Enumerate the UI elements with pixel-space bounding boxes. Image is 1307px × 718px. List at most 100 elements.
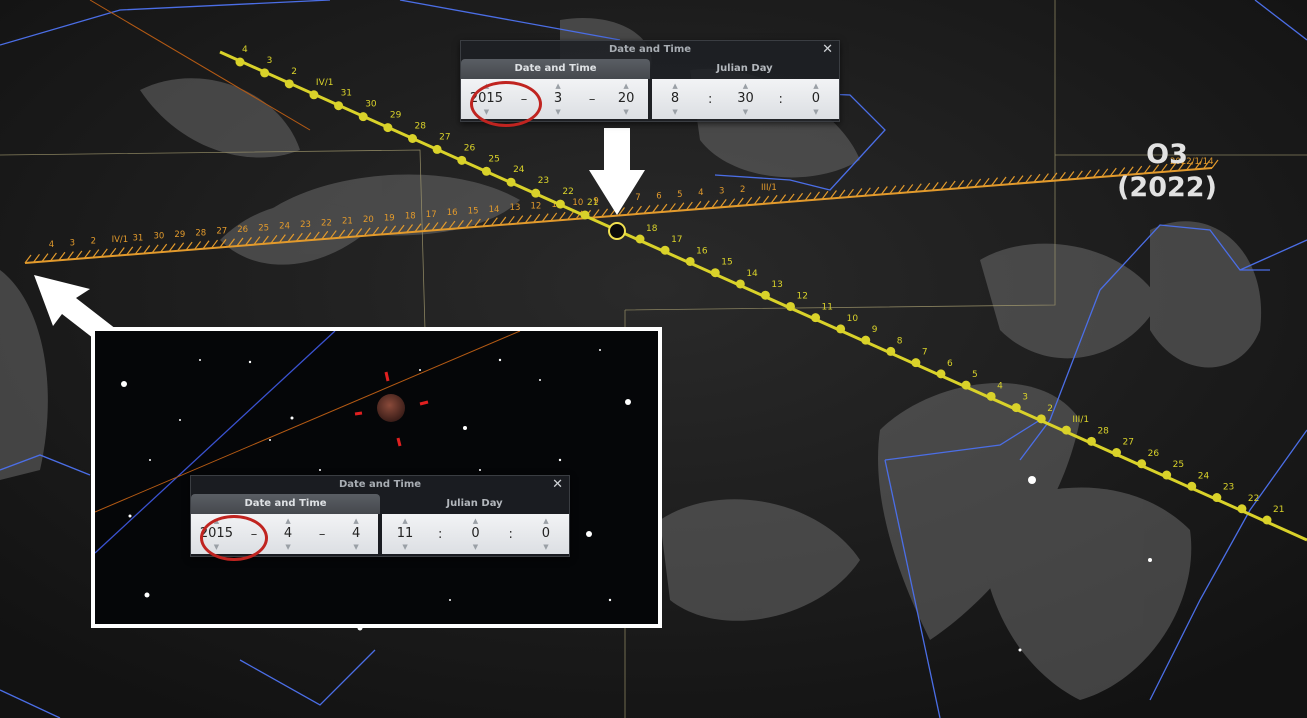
- moon-position-dot: [986, 391, 996, 401]
- comet-date-label: 7: [635, 193, 640, 203]
- spin-down-icon[interactable]: ▼: [555, 108, 560, 116]
- comet-date-label: 28: [195, 228, 206, 238]
- moon-position-dot: [481, 166, 491, 176]
- spin-up-icon[interactable]: ▲: [813, 82, 818, 90]
- spin-up-icon[interactable]: ▲: [285, 517, 290, 525]
- month-value: 4: [283, 526, 293, 541]
- moon-date-label: 10: [847, 314, 859, 324]
- month-spinbox[interactable]: ▲ 4 ▼: [275, 514, 301, 554]
- dialog-titlebar[interactable]: Date and Time ✕: [461, 41, 839, 59]
- moon-position-dot: [936, 369, 946, 379]
- moon-position-dot: [383, 123, 393, 133]
- spin-up-icon[interactable]: ▲: [623, 82, 628, 90]
- dialog-title: Date and Time: [608, 44, 692, 55]
- moon-position-dot: [861, 335, 871, 345]
- spin-up-icon[interactable]: ▲: [473, 517, 478, 525]
- spin-down-icon[interactable]: ▼: [484, 108, 489, 116]
- tab-julian-day[interactable]: Julian Day: [650, 59, 839, 79]
- moon-date-label: 11: [822, 303, 833, 313]
- day-spinbox[interactable]: ▲ 20 ▼: [613, 79, 639, 119]
- moon-position-dot: [580, 210, 590, 220]
- moon-date-label: 28: [1097, 426, 1109, 436]
- inset-dialog-titlebar[interactable]: Date and Time ✕: [191, 476, 569, 494]
- spin-down-icon[interactable]: ▼: [402, 543, 407, 551]
- year-spinbox[interactable]: ▲ 2015 ▼: [470, 79, 503, 119]
- spin-down-icon[interactable]: ▼: [672, 108, 677, 116]
- comet-date-label: 18: [405, 212, 416, 222]
- tab-date-and-time[interactable]: Date and Time: [191, 494, 380, 514]
- spin-down-icon[interactable]: ▼: [214, 543, 219, 551]
- moon-position-dot: [506, 177, 516, 187]
- spin-up-icon[interactable]: ▲: [353, 517, 358, 525]
- spin-up-icon[interactable]: ▲: [402, 517, 407, 525]
- moon-date-label: 8: [897, 336, 903, 346]
- date-fields: ▲ 2015 ▼ – ▲ 3 ▼ – ▲ 20 ▼: [461, 79, 648, 119]
- moon-position-dot: [334, 101, 344, 111]
- close-icon[interactable]: ✕: [552, 476, 563, 494]
- date-separator: –: [250, 526, 258, 542]
- spin-up-icon[interactable]: ▲: [672, 82, 677, 90]
- moon-date-label: 9: [872, 325, 878, 335]
- moon-position-dot: [358, 112, 368, 122]
- spin-up-icon[interactable]: ▲: [555, 82, 560, 90]
- spin-down-icon[interactable]: ▼: [543, 543, 548, 551]
- moon-date-label: 5: [972, 370, 978, 380]
- hour-spinbox[interactable]: ▲ 8 ▼: [662, 79, 688, 119]
- minute-value: 0: [471, 526, 480, 541]
- moon-date-label: 17: [671, 235, 682, 245]
- moon-date-label: 7: [922, 348, 928, 358]
- tab-date-and-time[interactable]: Date and Time: [461, 59, 650, 79]
- moon-highlight[interactable]: [608, 222, 626, 240]
- moon-date-label: 16: [696, 246, 708, 256]
- spin-up-icon[interactable]: ▲: [743, 82, 748, 90]
- moon-position-dot: [1061, 425, 1071, 435]
- inset-date-time-dialog[interactable]: Date and Time ✕ Date and Time Julian Day…: [190, 475, 570, 557]
- moon-position-dot: [408, 134, 417, 143]
- spin-up-icon[interactable]: ▲: [484, 82, 489, 90]
- moon-date-label: 25: [1173, 460, 1184, 470]
- spin-down-icon[interactable]: ▼: [285, 543, 290, 551]
- spin-up-icon[interactable]: ▲: [214, 517, 219, 525]
- comet-date-label: 6: [656, 191, 661, 201]
- day-spinbox[interactable]: ▲ 4 ▼: [343, 514, 369, 554]
- spin-down-icon[interactable]: ▼: [743, 108, 748, 116]
- moon-position-dot: [1212, 493, 1222, 503]
- moon-position-dot: [836, 324, 846, 334]
- moon-date-label: 28: [415, 122, 427, 132]
- moon-date-label: 4: [242, 45, 248, 55]
- comet-date-label: 12: [531, 202, 542, 212]
- date-separator: –: [318, 526, 326, 542]
- spin-down-icon[interactable]: ▼: [813, 108, 818, 116]
- month-spinbox[interactable]: ▲ 3 ▼: [545, 79, 571, 119]
- moon-date-label: 2: [291, 67, 297, 77]
- spin-down-icon[interactable]: ▼: [623, 108, 628, 116]
- second-spinbox[interactable]: ▲ 0 ▼: [533, 514, 559, 554]
- second-value: 0: [811, 91, 821, 106]
- year-value: 2015: [469, 91, 503, 106]
- month-value: 3: [553, 91, 563, 106]
- minute-spinbox[interactable]: ▲ 30 ▼: [732, 79, 758, 119]
- spin-down-icon[interactable]: ▼: [473, 543, 478, 551]
- date-time-dialog[interactable]: Date and Time ✕ Date and Time Julian Day…: [460, 40, 840, 122]
- hour-spinbox[interactable]: ▲ 11 ▼: [392, 514, 418, 554]
- comet-date-label: 17: [426, 210, 437, 220]
- tab-julian-day[interactable]: Julian Day: [380, 494, 569, 514]
- spin-down-icon[interactable]: ▼: [353, 543, 358, 551]
- moon-position-dot: [911, 358, 921, 368]
- comet-date-label: 19: [384, 213, 395, 223]
- comet-date-label: 20: [363, 215, 374, 225]
- spin-up-icon[interactable]: ▲: [543, 517, 548, 525]
- date-fields: ▲ 2015 ▼ – ▲ 4 ▼ – ▲ 4 ▼: [191, 514, 378, 554]
- comet-date-label: 21: [342, 217, 353, 227]
- minute-spinbox[interactable]: ▲ 0 ▼: [462, 514, 488, 554]
- moon-date-label: 24: [513, 165, 525, 175]
- moon-date-label: 27: [1123, 438, 1134, 448]
- comet-date-label: 29: [174, 230, 185, 240]
- moon-position-dot: [432, 144, 442, 154]
- year-spinbox[interactable]: ▲ 2015 ▼: [200, 514, 233, 554]
- minute-value: 30: [737, 91, 754, 106]
- moon-position-dot: [685, 256, 695, 266]
- second-spinbox[interactable]: ▲ 0 ▼: [803, 79, 829, 119]
- moon-date-label: 14: [746, 269, 758, 279]
- close-icon[interactable]: ✕: [822, 41, 833, 59]
